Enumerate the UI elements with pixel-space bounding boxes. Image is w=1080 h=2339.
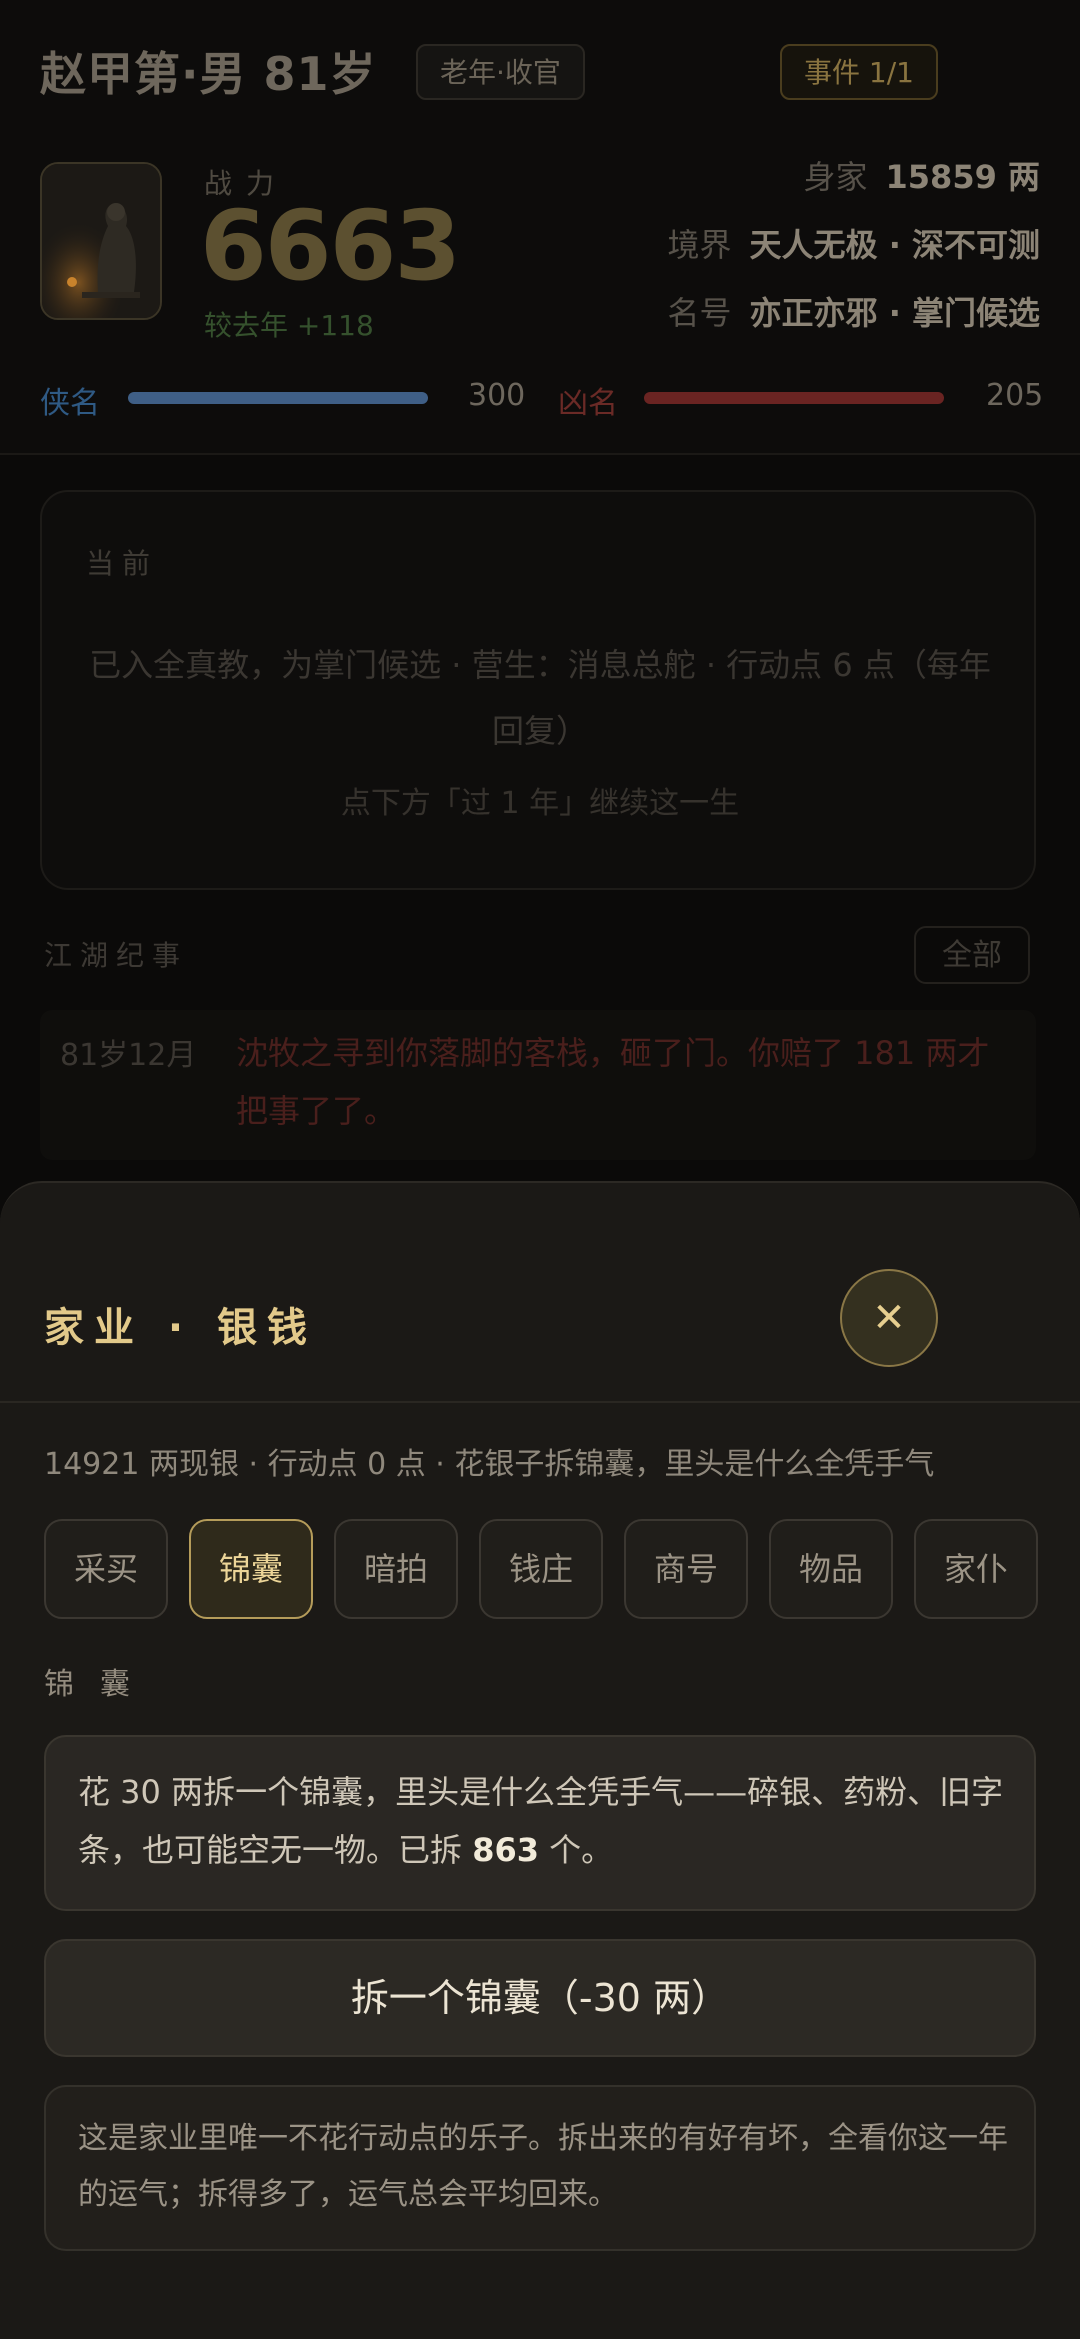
chronicle-title: 江湖纪事 (44, 939, 189, 972)
sheet-title: 家业 · 银钱 (44, 1305, 318, 1351)
character-portrait[interactable] (40, 162, 162, 320)
current-hint: 点下方「过 1 年」继续这一生 (340, 786, 740, 821)
family-business-sheet: 家业 · 银钱 ✕ 14921 两现银 · 行动点 0 点 · 花银子拆锦囊，里… (0, 1181, 1080, 2339)
tab-brocade-bag[interactable]: 锦囊 (189, 1519, 313, 1619)
fame-row: 侠名 300 凶名 205 (40, 378, 1044, 421)
tab-bank[interactable]: 钱庄 (479, 1519, 603, 1619)
stat-title: 名号 亦正亦邪 · 掌门候选 (668, 288, 1040, 334)
stat-value: 天人无极 · 深不可测 (749, 226, 1040, 264)
opened-count: 863 (472, 1831, 539, 1869)
chronicle-age: 81岁12月 (60, 1038, 197, 1073)
sheet-subtitle: 14921 两现银 · 行动点 0 点 · 花银子拆锦囊，里头是什么全凭手气 (44, 1447, 935, 1482)
character-name: 赵甲第·男 81岁 (40, 47, 377, 101)
stat-label: 身家 (803, 158, 868, 196)
power-value: 6663 (200, 190, 461, 302)
bad-fame-label: 凶名 (558, 386, 618, 421)
section-label: 锦囊 (44, 1667, 156, 1702)
tab-items[interactable]: 物品 (769, 1519, 893, 1619)
chronicle-item: 81岁12月 沈牧之寻到你落脚的客栈，砸了门。你赔了 181 两才把事了了。 (40, 1010, 1036, 1160)
stat-label: 境界 (667, 226, 732, 264)
power-delta: 较去年 +118 (204, 309, 374, 342)
info-suffix: 个。 (538, 1831, 614, 1869)
character-header: 赵甲第·男 81岁 老年·收官 事件 1/1 战力 6663 较去年 +118 … (0, 0, 1080, 455)
brocade-note-text: 这是家业里唯一不花行动点的乐子。拆出来的有好有坏，全看你这一年的运气；拆得多了，… (78, 2121, 1008, 2212)
good-fame-bar (128, 392, 428, 404)
brocade-info-card: 花 30 两拆一个锦囊，里头是什么全凭手气——碎银、药粉、旧字条，也可能空无一物… (44, 1735, 1036, 1911)
bad-fame-value: 205 (986, 378, 1044, 413)
brocade-note-card: 这是家业里唯一不花行动点的乐子。拆出来的有好有坏，全看你这一年的运气；拆得多了，… (44, 2085, 1036, 2251)
event-counter-tag[interactable]: 事件 1/1 (780, 44, 938, 100)
current-status-text: 已入全真教，为掌门候选 · 营生：消息总舵 · 行动点 6 点（每年回复） (89, 646, 991, 750)
stat-value: 亦正亦邪 · 掌门候选 (749, 294, 1040, 332)
tab-shop[interactable]: 商号 (624, 1519, 748, 1619)
stat-realm: 境界 天人无极 · 深不可测 (668, 220, 1040, 266)
life-stage-tag: 老年·收官 (416, 44, 585, 100)
close-x-icon: ✕ (872, 1295, 906, 1341)
close-button[interactable]: ✕ (840, 1269, 938, 1367)
current-status-card: 当前 已入全真教，为掌门候选 · 营生：消息总舵 · 行动点 6 点（每年回复）… (40, 490, 1036, 890)
sheet-divider (0, 1401, 1080, 1403)
tab-secret-auction[interactable]: 暗拍 (334, 1519, 458, 1619)
tab-servants[interactable]: 家仆 (914, 1519, 1038, 1619)
stat-value: 15859 两 (885, 158, 1040, 196)
current-heading: 当前 (86, 547, 159, 580)
tab-purchase[interactable]: 采买 (44, 1519, 168, 1619)
bad-fame-bar (644, 392, 944, 404)
brocade-info-text: 花 30 两拆一个锦囊，里头是什么全凭手气——碎银、药粉、旧字条，也可能空无一物… (78, 1763, 1008, 1879)
good-fame-value: 300 (468, 378, 526, 413)
sheet-tabs: 采买 锦囊 暗拍 钱庄 商号 物品 家仆 (44, 1519, 1044, 1619)
open-brocade-button[interactable]: 拆一个锦囊（-30 两） (44, 1939, 1036, 2057)
chronicle-all-button[interactable]: 全部 (914, 926, 1030, 984)
stat-label: 名号 (667, 294, 732, 332)
good-fame-label: 侠名 (40, 386, 100, 421)
stat-wealth: 身家 15859 两 (804, 152, 1041, 198)
chronicle-text: 沈牧之寻到你落脚的客栈，砸了门。你赔了 181 两才把事了了。 (236, 1034, 990, 1130)
